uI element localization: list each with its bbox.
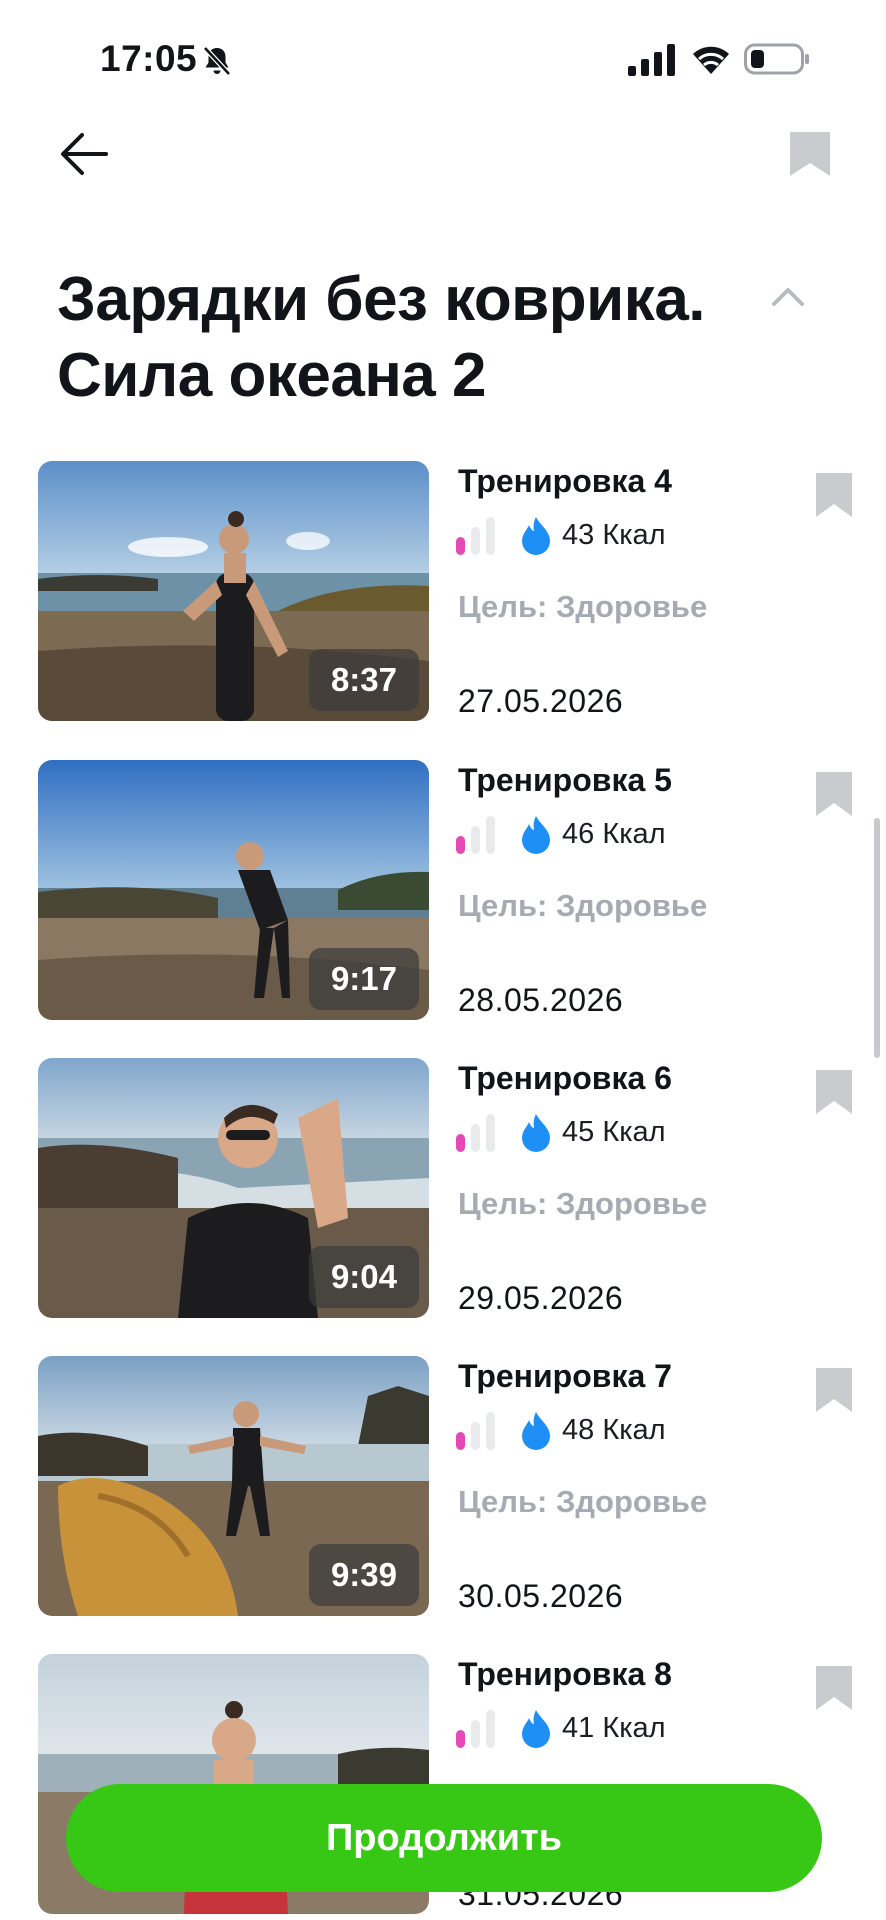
workout-item[interactable]: 8:37 Тренировка 4 43 Ккал Цель: Здоровье… [0, 461, 886, 723]
calories: 46 Ккал [562, 818, 666, 850]
status-time: 17:05 [100, 38, 198, 79]
continue-button[interactable]: Продолжить [66, 1784, 822, 1892]
workout-item[interactable]: 9:04 Тренировка 6 45 Ккал Цель: Здоровье… [0, 1058, 886, 1320]
bookmark-icon[interactable] [814, 1068, 854, 1116]
cellular-signal-icon [628, 44, 675, 76]
difficulty-bars-icon [456, 1114, 495, 1152]
bookmark-icon[interactable] [814, 1664, 854, 1712]
bell-muted-icon [203, 46, 231, 76]
flame-icon [522, 1710, 550, 1748]
duration-badge: 8:37 [308, 649, 419, 711]
page-title: Зарядки без коврика. Сила океана 2 [57, 265, 706, 410]
goal: Цель: Здоровье [458, 888, 708, 923]
battery-icon [744, 43, 809, 75]
date: 30.05.2026 [458, 1578, 624, 1614]
goal: Цель: Здоровье [458, 589, 708, 624]
workout-thumbnail[interactable]: 8:37 [38, 461, 429, 721]
bookmark-icon[interactable] [814, 770, 854, 818]
goal: Цель: Здоровье [458, 1484, 708, 1519]
difficulty-bars-icon [456, 1710, 495, 1748]
bookmark-icon[interactable] [788, 130, 832, 178]
duration-badge: 9:04 [308, 1246, 419, 1308]
bookmark-icon[interactable] [814, 471, 854, 519]
flame-icon [522, 816, 550, 854]
calories: 45 Ккал [562, 1116, 666, 1148]
wifi-icon [693, 46, 729, 74]
workout-title[interactable]: Тренировка 5 [458, 762, 672, 799]
chevron-up-icon[interactable] [770, 284, 806, 308]
workout-item[interactable]: 9:17 Тренировка 5 46 Ккал Цель: Здоровье… [0, 760, 886, 1022]
difficulty-bars-icon [456, 816, 495, 854]
workout-title[interactable]: Тренировка 8 [458, 1656, 672, 1693]
duration-badge: 9:17 [308, 948, 419, 1010]
flame-icon [522, 517, 550, 555]
workout-item[interactable]: 9:39 Тренировка 7 48 Ккал Цель: Здоровье… [0, 1356, 886, 1618]
calories: 43 Ккал [562, 519, 666, 551]
scrollbar[interactable] [874, 818, 880, 1058]
date: 27.05.2026 [458, 683, 624, 719]
date: 29.05.2026 [458, 1280, 624, 1316]
workout-title[interactable]: Тренировка 4 [458, 463, 672, 500]
arrow-left-icon[interactable] [56, 124, 116, 184]
workout-title[interactable]: Тренировка 7 [458, 1358, 672, 1395]
flame-icon [522, 1114, 550, 1152]
duration-badge: 9:39 [308, 1544, 419, 1606]
workout-thumbnail[interactable]: 9:04 [38, 1058, 429, 1318]
difficulty-bars-icon [456, 517, 495, 555]
workout-thumbnail[interactable]: 9:39 [38, 1356, 429, 1616]
flame-icon [522, 1412, 550, 1450]
workout-title[interactable]: Тренировка 6 [458, 1060, 672, 1097]
bookmark-icon[interactable] [814, 1366, 854, 1414]
goal: Цель: Здоровье [458, 1186, 708, 1221]
date: 28.05.2026 [458, 982, 624, 1018]
calories: 48 Ккал [562, 1414, 666, 1446]
difficulty-bars-icon [456, 1412, 495, 1450]
workout-thumbnail[interactable]: 9:17 [38, 760, 429, 1020]
status-bar: 17:05 [0, 0, 886, 120]
calories: 41 Ккал [562, 1712, 666, 1744]
